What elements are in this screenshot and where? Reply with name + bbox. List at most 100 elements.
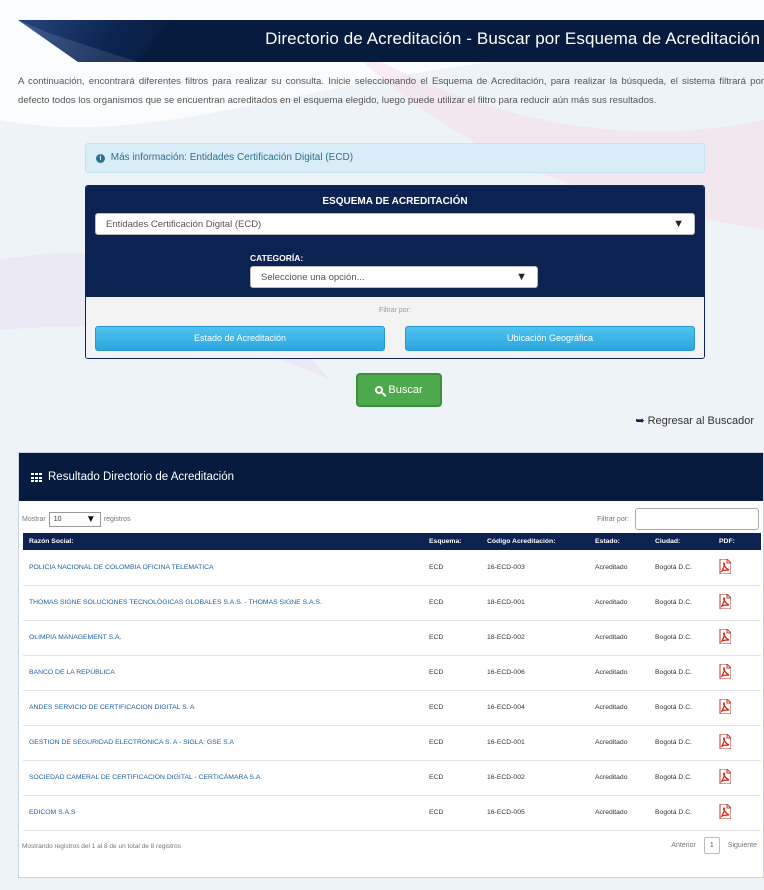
cell-pdf xyxy=(713,620,761,656)
pagination-page-1[interactable]: 1 xyxy=(703,836,720,854)
cell-code: 16-ECD-002 xyxy=(481,760,589,796)
filter-panel: ESQUEMA DE ACREDITACIÓN Entidades Certif… xyxy=(85,185,705,359)
column-header-state[interactable]: Estado: xyxy=(589,533,649,550)
pagination-next[interactable]: Siguiente xyxy=(728,842,757,849)
length-suffix: registros xyxy=(103,516,131,523)
reply-arrow-icon: ➥ xyxy=(635,415,645,427)
cell-state: Acreditado xyxy=(589,690,649,726)
cell-scheme: ECD xyxy=(423,620,481,656)
cell-code: 18-ECD-001 xyxy=(481,585,589,621)
results-header: Resultado Directorio de Acreditación xyxy=(19,453,763,501)
back-to-search-link[interactable]: ➥ Regresar al Buscador xyxy=(635,414,754,428)
cell-state: Acreditado xyxy=(589,760,649,796)
column-header-city[interactable]: Ciudad: xyxy=(649,533,713,550)
results-panel: Resultado Directorio de Acreditación Mos… xyxy=(18,452,764,878)
column-header-code[interactable]: Código Acreditación: xyxy=(481,533,589,550)
cell-state: Acreditado xyxy=(589,725,649,761)
pagination: Anterior 1 Siguiente xyxy=(671,836,757,854)
column-header-scheme[interactable]: Esquema: xyxy=(423,533,481,550)
cell-state: Acreditado xyxy=(589,585,649,621)
info-circle-icon: i xyxy=(96,154,105,163)
cell-code: 16-ECD-006 xyxy=(481,655,589,691)
page-length-value: 10 xyxy=(53,516,62,523)
cell-city: Bogotá D.C. xyxy=(649,655,713,691)
cell-company[interactable]: BANCO DE LA REPÚBLICA xyxy=(23,655,423,691)
cell-state: Acreditado xyxy=(589,795,649,831)
page: Directorio de Acreditación - Buscar por … xyxy=(0,0,764,890)
cell-pdf xyxy=(713,655,761,691)
cell-state: Acreditado xyxy=(589,620,649,656)
geographic-location-button[interactable]: Ubicación Geográfica xyxy=(405,326,695,351)
cell-pdf xyxy=(713,690,761,726)
cell-state: Acreditado xyxy=(589,655,649,691)
filter-by-label: Filtrar por: xyxy=(379,307,411,314)
cell-company[interactable]: GESTION DE SEGURIDAD ELECTRONICA S. A - … xyxy=(23,725,423,761)
page-length-select[interactable]: 10 ▼ xyxy=(48,512,101,527)
cell-pdf xyxy=(713,795,761,831)
search-icon xyxy=(375,386,384,394)
column-header-company[interactable]: Razón Social: xyxy=(23,533,423,550)
results-title: Resultado Directorio de Acreditación xyxy=(48,471,235,483)
cell-company[interactable]: EDICOM S.A.S xyxy=(23,795,423,831)
pdf-icon[interactable] xyxy=(719,593,732,610)
cell-code: 16-ECD-004 xyxy=(481,690,589,726)
pdf-icon[interactable] xyxy=(719,768,732,785)
info-alert-text: Más información: Entidades Certificación… xyxy=(110,152,354,163)
accreditation-state-button[interactable]: Estado de Acreditación xyxy=(95,326,385,351)
search-button[interactable]: Buscar xyxy=(356,373,442,407)
results-table: Razón Social: Esquema: Código Acreditaci… xyxy=(23,533,761,831)
length-prefix: Mostrar xyxy=(22,516,46,523)
cell-city: Bogotá D.C. xyxy=(649,620,713,656)
table-info: Mostrando registros del 1 al 8 de un tot… xyxy=(22,842,181,850)
table-row: OLIMPIA MANAGEMENT S.A. ECD 18-ECD-002 Acre… xyxy=(23,620,761,656)
cell-city: Bogotá D.C. xyxy=(649,760,713,796)
caret-down-icon: ▼ xyxy=(673,218,684,230)
category-select[interactable]: Seleccione una opción... ▼ xyxy=(250,266,538,288)
column-header-pdf: PDF: xyxy=(713,533,761,550)
table-header-row: Razón Social: Esquema: Código Acreditaci… xyxy=(23,533,761,550)
cell-scheme: ECD xyxy=(423,795,481,831)
pagination-previous[interactable]: Anterior xyxy=(671,842,696,849)
table-row: GESTION DE SEGURIDAD ELECTRONICA S. A - … xyxy=(23,725,761,761)
scheme-select[interactable]: Entidades Certificación Digital (ECD) ▼ xyxy=(95,213,695,235)
cell-pdf xyxy=(713,760,761,796)
cell-company[interactable]: POLICIA NACIONAL DE COLOMBIA OFICINA TEL… xyxy=(23,550,423,586)
table-filter-control: Filtrar por: xyxy=(597,508,759,530)
cell-code: 16-ECD-001 xyxy=(481,725,589,761)
intro-text: A continuación, encontrará diferentes fi… xyxy=(18,76,764,106)
table-row: POLICIA NACIONAL DE COLOMBIA OFICINA TEL… xyxy=(23,550,761,586)
table-filter-label: Filtrar por: xyxy=(597,515,629,523)
cell-code: 18-ECD-002 xyxy=(481,620,589,656)
filter-panel-bottom: Filtrar por: Estado de Acreditación Ubic… xyxy=(86,297,704,358)
cell-state: Acreditado xyxy=(589,550,649,586)
category-select-value: Seleccione una opción... xyxy=(261,271,365,283)
cell-company[interactable]: THOMAS SIGNE SOLUCIONES TECNOLÓGICAS GLO… xyxy=(23,585,423,621)
pdf-icon[interactable] xyxy=(719,803,732,820)
search-button-label: Buscar xyxy=(388,384,423,396)
page-title: Directorio de Acreditación - Buscar por … xyxy=(265,29,760,48)
cell-city: Bogotá D.C. xyxy=(649,550,713,586)
cell-company[interactable]: OLIMPIA MANAGEMENT S.A. xyxy=(23,620,423,656)
cell-scheme: ECD xyxy=(423,550,481,586)
cell-code: 16-ECD-005 xyxy=(481,795,589,831)
pdf-icon[interactable] xyxy=(719,558,732,575)
pdf-icon[interactable] xyxy=(719,733,732,750)
table-filter-input[interactable] xyxy=(635,508,759,530)
info-alert[interactable]: i Más información: Entidades Certificaci… xyxy=(85,143,705,173)
back-link-label: Regresar al Buscador xyxy=(647,414,754,427)
cell-company[interactable]: ANDES SERVICIO DE CERTIFICACION DIGITAL … xyxy=(23,690,423,726)
scheme-select-value: Entidades Certificación Digital (ECD) xyxy=(106,218,262,230)
cell-pdf xyxy=(713,725,761,761)
cell-city: Bogotá D.C. xyxy=(649,585,713,621)
table-row: THOMAS SIGNE SOLUCIONES TECNOLÓGICAS GLO… xyxy=(23,585,761,621)
pdf-icon[interactable] xyxy=(719,663,732,680)
pdf-icon[interactable] xyxy=(719,698,732,715)
table-icon xyxy=(31,473,42,483)
caret-down-icon: ▼ xyxy=(85,514,96,525)
cell-company[interactable]: SOCIEDAD CAMERAL DE CERTIFICACION DIGITA… xyxy=(23,760,423,796)
table-body: POLICIA NACIONAL DE COLOMBIA OFICINA TEL… xyxy=(23,550,761,831)
pdf-icon[interactable] xyxy=(719,628,732,645)
cell-scheme: ECD xyxy=(423,690,481,726)
cell-code: 16-ECD-003 xyxy=(481,550,589,586)
cell-pdf xyxy=(713,585,761,621)
